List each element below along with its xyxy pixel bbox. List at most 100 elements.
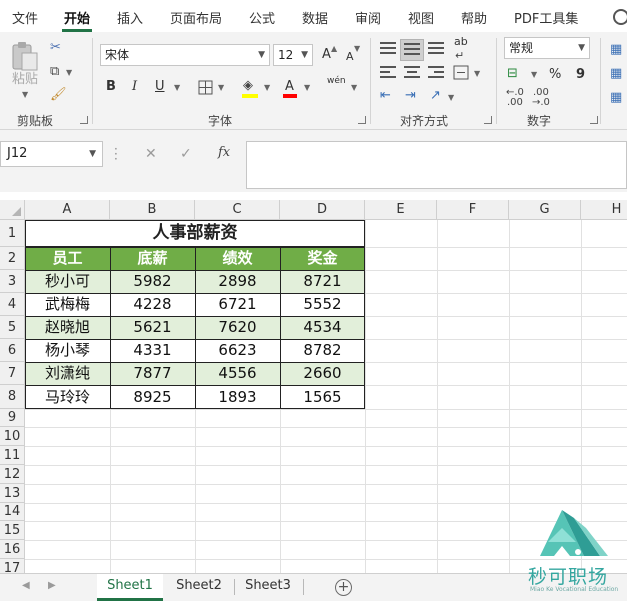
column-header-b[interactable]: B <box>110 200 195 220</box>
fill-color-dropdown-icon[interactable]: ▼ <box>264 83 270 92</box>
column-header-g[interactable]: G <box>509 200 581 220</box>
row-header-10[interactable]: 10 <box>0 427 25 446</box>
row-header-15[interactable]: 15 <box>0 521 25 540</box>
format-painter-icon[interactable]: 🖌 <box>50 87 67 103</box>
italic-button[interactable]: I <box>132 78 137 96</box>
tab-separator <box>303 579 304 595</box>
middle-align-icon[interactable] <box>404 43 420 57</box>
align-right-icon[interactable] <box>428 66 444 80</box>
cut-icon[interactable]: ✂ <box>50 40 61 56</box>
bold-button[interactable]: B <box>106 78 116 96</box>
font-size-combo[interactable]: 12 ▼ <box>273 44 313 66</box>
add-sheet-button[interactable]: + <box>335 579 352 596</box>
row-header-16[interactable]: 16 <box>0 540 25 559</box>
tell-me-icon[interactable] <box>613 9 627 25</box>
paste-dropdown-icon[interactable]: ▼ <box>22 90 28 99</box>
bottom-align-icon[interactable] <box>428 42 444 56</box>
row-header-5[interactable]: 5 <box>0 316 25 339</box>
top-align-icon[interactable] <box>380 42 396 56</box>
column-header-a[interactable]: A <box>25 200 110 220</box>
row-header-6[interactable]: 6 <box>0 339 25 362</box>
conditional-format-icon[interactable]: ▦ <box>610 42 622 58</box>
paste-label[interactable]: 粘贴 <box>12 72 38 88</box>
select-all-button[interactable] <box>0 200 25 220</box>
increase-indent-icon[interactable]: ⇥ <box>405 88 416 104</box>
clipboard-launcher-icon[interactable] <box>80 116 88 124</box>
cell-styles-icon[interactable]: ▦ <box>610 90 622 106</box>
column-header-f[interactable]: F <box>437 200 509 220</box>
column-header-d[interactable]: D <box>280 200 365 220</box>
tab-insert[interactable]: 插入 <box>117 8 143 27</box>
fill-color-icon[interactable]: ◈ <box>243 78 253 94</box>
column-header-e[interactable]: E <box>365 200 437 220</box>
row-header-13[interactable]: 13 <box>0 484 25 503</box>
format-table-icon[interactable]: ▦ <box>610 66 622 82</box>
increase-decimal-icon[interactable]: ←.0.00 <box>506 88 524 108</box>
underline-button[interactable]: U <box>155 78 165 96</box>
merge-dropdown-icon[interactable]: ▼ <box>474 69 480 78</box>
row-header-7[interactable]: 7 <box>0 362 25 385</box>
copy-dropdown-icon[interactable]: ▼ <box>66 68 72 77</box>
tab-pdf-tools[interactable]: PDF工具集 <box>514 8 578 27</box>
number-format-combo[interactable]: 常规 ▼ <box>504 37 590 59</box>
orientation-dropdown-icon[interactable]: ▼ <box>448 93 454 102</box>
tab-review[interactable]: 审阅 <box>355 8 381 27</box>
tab-page-layout[interactable]: 页面布局 <box>170 8 222 27</box>
confirm-entry-icon[interactable]: ✓ <box>180 146 192 162</box>
sheet-tab-sheet1[interactable]: Sheet1 <box>97 574 163 601</box>
name-box[interactable]: J12 ▼ <box>0 141 103 167</box>
decrease-indent-icon[interactable]: ⇤ <box>380 88 391 104</box>
row-header-11[interactable]: 11 <box>0 446 25 465</box>
gridline <box>25 427 627 428</box>
grow-font-button[interactable]: A <box>322 46 331 64</box>
tab-data[interactable]: 数据 <box>302 8 328 27</box>
copy-icon[interactable]: ⧉ <box>50 64 59 80</box>
insert-function-button[interactable]: fx <box>218 145 230 160</box>
orientation-icon[interactable]: ↗ <box>430 88 441 104</box>
tab-file[interactable]: 文件 <box>12 8 38 27</box>
font-launcher-icon[interactable] <box>358 116 366 124</box>
percent-style-button[interactable]: % <box>549 66 561 84</box>
font-name-combo[interactable]: 宋体 ▼ <box>100 44 270 66</box>
decrease-decimal-icon[interactable]: .00 →.0 <box>532 88 550 108</box>
row-header-9[interactable]: 9 <box>0 409 25 427</box>
formula-input[interactable] <box>246 141 627 189</box>
next-sheet-icon[interactable]: ▶ <box>48 580 56 591</box>
comma-style-button[interactable]: 9 <box>576 66 585 84</box>
row-header-8[interactable]: 8 <box>0 385 25 409</box>
wrap-text-button[interactable]: ab <box>454 36 468 48</box>
tab-help[interactable]: 帮助 <box>461 8 487 27</box>
phonetic-guide-button[interactable]: wén <box>327 76 346 86</box>
accounting-dropdown-icon[interactable]: ▼ <box>531 70 537 79</box>
alignment-launcher-icon[interactable] <box>484 116 492 124</box>
borders-icon[interactable] <box>198 80 213 95</box>
font-color-dropdown-icon[interactable]: ▼ <box>304 83 310 92</box>
paste-icon[interactable] <box>10 40 40 72</box>
underline-dropdown-icon[interactable]: ▼ <box>174 83 180 92</box>
column-header-c[interactable]: C <box>195 200 280 220</box>
row-header-1[interactable]: 1 <box>0 220 25 247</box>
row-header-4[interactable]: 4 <box>0 293 25 316</box>
row-header-14[interactable]: 14 <box>0 503 25 521</box>
phonetic-dropdown-icon[interactable]: ▼ <box>351 83 357 92</box>
sheet-tab-sheet3[interactable]: Sheet3 <box>236 574 300 601</box>
row-header-2[interactable]: 2 <box>0 247 25 270</box>
prev-sheet-icon[interactable]: ◀ <box>22 580 30 591</box>
align-center-icon[interactable] <box>404 66 420 80</box>
cancel-entry-icon[interactable]: ✕ <box>145 146 157 162</box>
tab-home[interactable]: 开始 <box>64 8 90 27</box>
borders-dropdown-icon[interactable]: ▼ <box>218 83 224 92</box>
accounting-format-icon[interactable]: ⊟ <box>507 66 518 82</box>
align-left-icon[interactable] <box>380 66 396 80</box>
tab-view[interactable]: 视图 <box>408 8 434 27</box>
table-title-cell[interactable]: 人事部薪资 <box>25 220 365 247</box>
row-header-3[interactable]: 3 <box>0 270 25 293</box>
merge-center-icon[interactable] <box>453 65 469 80</box>
shrink-font-button[interactable]: A <box>346 48 354 66</box>
tab-formulas[interactable]: 公式 <box>249 8 275 27</box>
sheet-tab-sheet2[interactable]: Sheet2 <box>167 574 231 601</box>
row-header-17[interactable]: 17 <box>0 559 25 573</box>
number-launcher-icon[interactable] <box>590 116 598 124</box>
row-header-12[interactable]: 12 <box>0 465 25 484</box>
column-header-h[interactable]: H <box>581 200 627 220</box>
